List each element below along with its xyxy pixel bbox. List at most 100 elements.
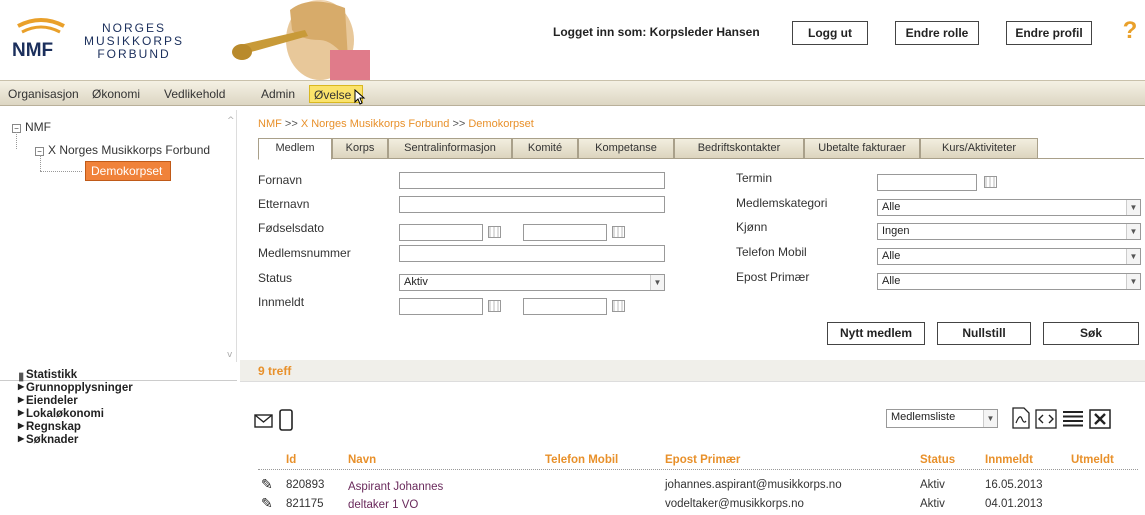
fornavn-input[interactable] <box>399 172 665 189</box>
innmeldt-from-input[interactable] <box>399 298 483 315</box>
fodselsdato-to-input[interactable] <box>523 224 607 241</box>
kjonn-select[interactable]: Ingen ▼ <box>877 223 1141 240</box>
tab-ubetalte-fakturaer[interactable]: Ubetalte fakturaer <box>804 138 920 159</box>
results-count: 9 treff <box>258 364 292 378</box>
epost-primaer-label: Epost Primær <box>736 270 810 284</box>
etternavn-input[interactable] <box>399 196 665 213</box>
help-icon[interactable]: ? <box>1118 19 1142 43</box>
tab-korps[interactable]: Korps <box>332 138 388 159</box>
epost-primaer-select[interactable]: Alle ▼ <box>877 273 1141 290</box>
tree-connector <box>40 155 41 171</box>
search-button[interactable]: Søk <box>1043 322 1139 345</box>
calendar-icon[interactable] <box>488 300 501 312</box>
tab-bar: Medlem Korps Sentralinformasjon Komité K… <box>258 138 1144 160</box>
header-divider <box>258 469 1138 470</box>
cell-epost: johannes.aspirant@musikkorps.no <box>665 479 842 491</box>
mobile-phone-icon[interactable] <box>279 409 293 431</box>
tree-scroll-up-icon[interactable]: ^ <box>227 116 235 126</box>
breadcrumb-item[interactable]: X Norges Musikkorps Forbund <box>301 118 450 130</box>
nmf-logo[interactable]: NMF NORGES MUSIKKORPS FORBUND <box>12 12 217 62</box>
tab-medlem[interactable]: Medlem <box>258 138 332 160</box>
chevron-down-icon: ▼ <box>650 275 664 290</box>
tab-bedriftskontakter[interactable]: Bedriftskontakter <box>674 138 804 159</box>
tree-node-demokorpset[interactable]: Demokorpset <box>85 161 171 181</box>
medlemskategori-select[interactable]: Alle ▼ <box>877 199 1141 216</box>
tab-kompetanse[interactable]: Kompetanse <box>578 138 674 159</box>
medlemsnummer-label: Medlemsnummer <box>258 246 351 260</box>
medlemskategori-label: Medlemskategori <box>736 196 828 210</box>
termin-input[interactable] <box>877 174 977 191</box>
medlemsnummer-input[interactable] <box>399 245 665 262</box>
calendar-icon[interactable] <box>488 226 501 238</box>
list-export-icon[interactable] <box>1062 409 1084 429</box>
chevron-down-icon: ▼ <box>1126 224 1140 239</box>
cell-id: 820893 <box>286 479 325 491</box>
new-member-button[interactable]: Nytt medlem <box>827 322 925 345</box>
sidenav-statistikk[interactable]: Statistikk <box>26 369 77 381</box>
logged-in-user: Logget inn som: Korpsleder Hansen <box>553 25 760 39</box>
tab-komite[interactable]: Komité <box>512 138 578 159</box>
edit-pencil-icon[interactable]: ✎ <box>261 477 273 493</box>
menu-item-admin[interactable]: Admin <box>257 85 299 103</box>
tree-scroll-down-icon[interactable]: v <box>227 350 235 360</box>
breadcrumb-item[interactable]: NMF <box>258 118 282 130</box>
calendar-icon[interactable] <box>612 300 625 312</box>
breadcrumb-item[interactable]: Demokorpset <box>468 118 533 130</box>
status-select[interactable]: Aktiv ▼ <box>399 274 665 291</box>
pdf-export-icon[interactable] <box>1011 407 1031 429</box>
logout-button[interactable]: Logg ut <box>792 21 868 45</box>
tree-connector <box>16 132 17 149</box>
menu-item-organisasjon[interactable]: Organisasjon <box>4 85 83 103</box>
edit-profile-button[interactable]: Endre profil <box>1006 21 1092 45</box>
cell-navn[interactable]: deltaker 1 VO <box>348 499 418 511</box>
html-export-icon[interactable] <box>1035 409 1057 429</box>
organization-tree: − NMF − X Norges Musikkorps Forbund ^ v <box>0 110 237 362</box>
triangle-right-icon: ▶ <box>18 382 25 391</box>
cell-navn[interactable]: Aspirant Johannes <box>348 481 443 493</box>
menu-item-vedlikehold[interactable]: Vedlikehold <box>160 85 229 103</box>
results-bar <box>240 360 1145 382</box>
triangle-right-icon: ▶ <box>18 408 25 417</box>
cell-epost: vodeltaker@musikkorps.no <box>665 498 804 510</box>
telefon-mobil-select[interactable]: Alle ▼ <box>877 248 1141 265</box>
tree-node-forbund[interactable]: − X Norges Musikkorps Forbund <box>35 143 210 157</box>
column-header-innmeldt[interactable]: Innmeldt <box>985 454 1033 466</box>
calendar-icon[interactable] <box>612 226 625 238</box>
innmeldt-to-input[interactable] <box>523 298 607 315</box>
menu-item-okonomi[interactable]: Økonomi <box>88 85 144 103</box>
column-header-utmeldt[interactable]: Utmeldt <box>1071 454 1114 466</box>
org-name: NORGES MUSIKKORPS FORBUND <box>84 21 185 61</box>
termin-label: Termin <box>736 171 773 185</box>
chevron-down-icon: ▼ <box>1126 249 1140 264</box>
sidenav-grunnopplysninger[interactable]: Grunnopplysninger <box>26 382 133 394</box>
sidenav-soknader[interactable]: Søknader <box>26 434 78 446</box>
tree-node-root[interactable]: − NMF <box>12 120 51 134</box>
status-label: Status <box>258 271 293 285</box>
edit-pencil-icon[interactable]: ✎ <box>261 496 273 512</box>
email-icon[interactable] <box>254 411 274 429</box>
stats-icon: ▮ <box>18 371 25 383</box>
sidenav-eiendeler[interactable]: Eiendeler <box>26 395 78 407</box>
calendar-icon[interactable] <box>984 176 997 188</box>
cell-status: Aktiv <box>920 498 945 510</box>
reset-button[interactable]: Nullstill <box>937 322 1031 345</box>
chevron-down-icon: ▼ <box>1126 200 1140 215</box>
column-header-telefon-mobil[interactable]: Telefon Mobil <box>545 454 618 466</box>
column-header-navn[interactable]: Navn <box>348 454 376 466</box>
fodselsdato-from-input[interactable] <box>399 224 483 241</box>
excel-export-icon[interactable] <box>1089 409 1111 429</box>
fodselsdato-label: Fødselsdato <box>258 221 325 235</box>
innmeldt-label: Innmeldt <box>258 295 305 309</box>
column-header-epost-primaer[interactable]: Epost Primær <box>665 454 740 466</box>
change-role-button[interactable]: Endre rolle <box>895 21 979 45</box>
breadcrumb: NMF >> X Norges Musikkorps Forbund >> De… <box>258 118 534 130</box>
tab-sentralinformasjon[interactable]: Sentralinformasjon <box>388 138 512 159</box>
sidenav-lokalokonomi[interactable]: Lokaløkonomi <box>26 408 104 420</box>
chevron-down-icon: ▼ <box>983 410 997 427</box>
tab-kurs-aktiviteter[interactable]: Kurs/Aktiviteter <box>920 138 1038 159</box>
etternavn-label: Etternavn <box>258 197 310 211</box>
column-header-status[interactable]: Status <box>920 454 955 466</box>
list-type-select[interactable]: Medlemsliste ▼ <box>886 409 998 428</box>
sidenav-regnskap[interactable]: Regnskap <box>26 421 81 433</box>
column-header-id[interactable]: Id <box>286 454 296 466</box>
